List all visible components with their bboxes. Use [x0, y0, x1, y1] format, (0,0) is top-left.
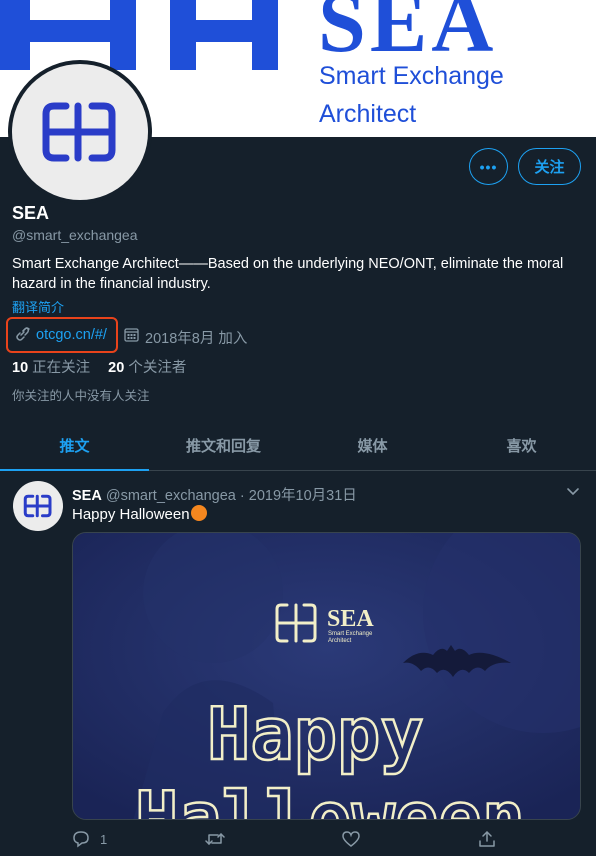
mutual-followers-note: 你关注的人中没有人关注: [12, 389, 150, 403]
banner-tagline: Smart Exchange: [319, 62, 504, 90]
like-button[interactable]: [342, 830, 360, 848]
reply-icon: [73, 831, 89, 848]
banner-logo-icon: [0, 0, 278, 70]
tweet-media-image[interactable]: SEA Smart Exchange Architect Happy Hallo…: [72, 532, 581, 820]
calendar-icon: [124, 328, 139, 342]
tweet-text: Happy Halloween: [72, 505, 207, 523]
follow-button[interactable]: 关注: [518, 148, 581, 185]
follow-stats: 10 正在关注 20 个关注者: [12, 356, 186, 377]
like-icon: [342, 831, 360, 847]
share-button[interactable]: [478, 830, 496, 848]
halloween-poster: SEA Smart Exchange Architect Happy Hallo…: [73, 533, 580, 820]
profile-handle: @smart_exchangea: [12, 227, 138, 243]
tweet-actions: 1: [72, 830, 512, 850]
retweet-icon: [205, 833, 225, 845]
following-label: 正在关注: [32, 360, 91, 376]
followers-label: 个关注者: [128, 360, 187, 376]
tweet-author-name[interactable]: SEA: [72, 488, 102, 504]
tweet-text-body: Happy Halloween: [72, 506, 190, 523]
website-link[interactable]: otcgo.cn/#/: [36, 327, 107, 343]
retweet-button[interactable]: [205, 830, 225, 848]
poster-brand: SEA: [327, 606, 374, 632]
tweet-separator: ·: [239, 488, 245, 504]
profile-tabs: 推文 推文和回复 媒体 喜欢: [0, 420, 596, 471]
poster-line2: Halloween: [135, 776, 525, 820]
translate-bio-link[interactable]: 翻译简介: [12, 297, 64, 316]
reply-count: 1: [100, 831, 108, 847]
tweet-avatar[interactable]: [13, 481, 63, 531]
more-options-button[interactable]: •••: [469, 148, 508, 185]
tab-tweets[interactable]: 推文: [0, 420, 149, 471]
sea-logo-icon: [42, 102, 116, 162]
profile-name: SEA: [12, 203, 50, 223]
poster-line1: Happy: [207, 692, 424, 776]
share-icon: [479, 831, 495, 847]
link-icon: [16, 327, 30, 341]
tweet-author-handle[interactable]: @smart_exchangea: [106, 488, 236, 504]
pumpkin-emoji-icon: [190, 505, 207, 521]
chevron-down-icon[interactable]: [566, 484, 580, 498]
sea-logo-icon: [23, 494, 52, 518]
tweet-date[interactable]: 2019年10月31日: [249, 488, 357, 504]
following-link[interactable]: 10 正在关注: [12, 360, 90, 376]
tab-likes[interactable]: 喜欢: [447, 420, 596, 470]
poster-subtitle: Smart Exchange: [328, 631, 373, 637]
followers-link[interactable]: 20 个关注者: [108, 360, 186, 376]
profile-avatar[interactable]: [8, 60, 152, 204]
tab-media[interactable]: 媒体: [298, 420, 447, 470]
joined-date: 2018年8月 加入: [145, 331, 248, 347]
tweet-header: SEA @smart_exchangea · 2019年10月31日: [72, 484, 357, 505]
poster-subtitle: Architect: [328, 638, 352, 644]
banner-tagline: Architect: [319, 100, 417, 128]
followers-count: 20: [108, 360, 125, 376]
following-count: 10: [12, 360, 29, 376]
profile-bio: Smart Exchange Architect——Based on the u…: [12, 256, 564, 292]
tab-tweets-and-replies[interactable]: 推文和回复: [149, 420, 298, 470]
reply-button[interactable]: 1: [72, 830, 107, 848]
